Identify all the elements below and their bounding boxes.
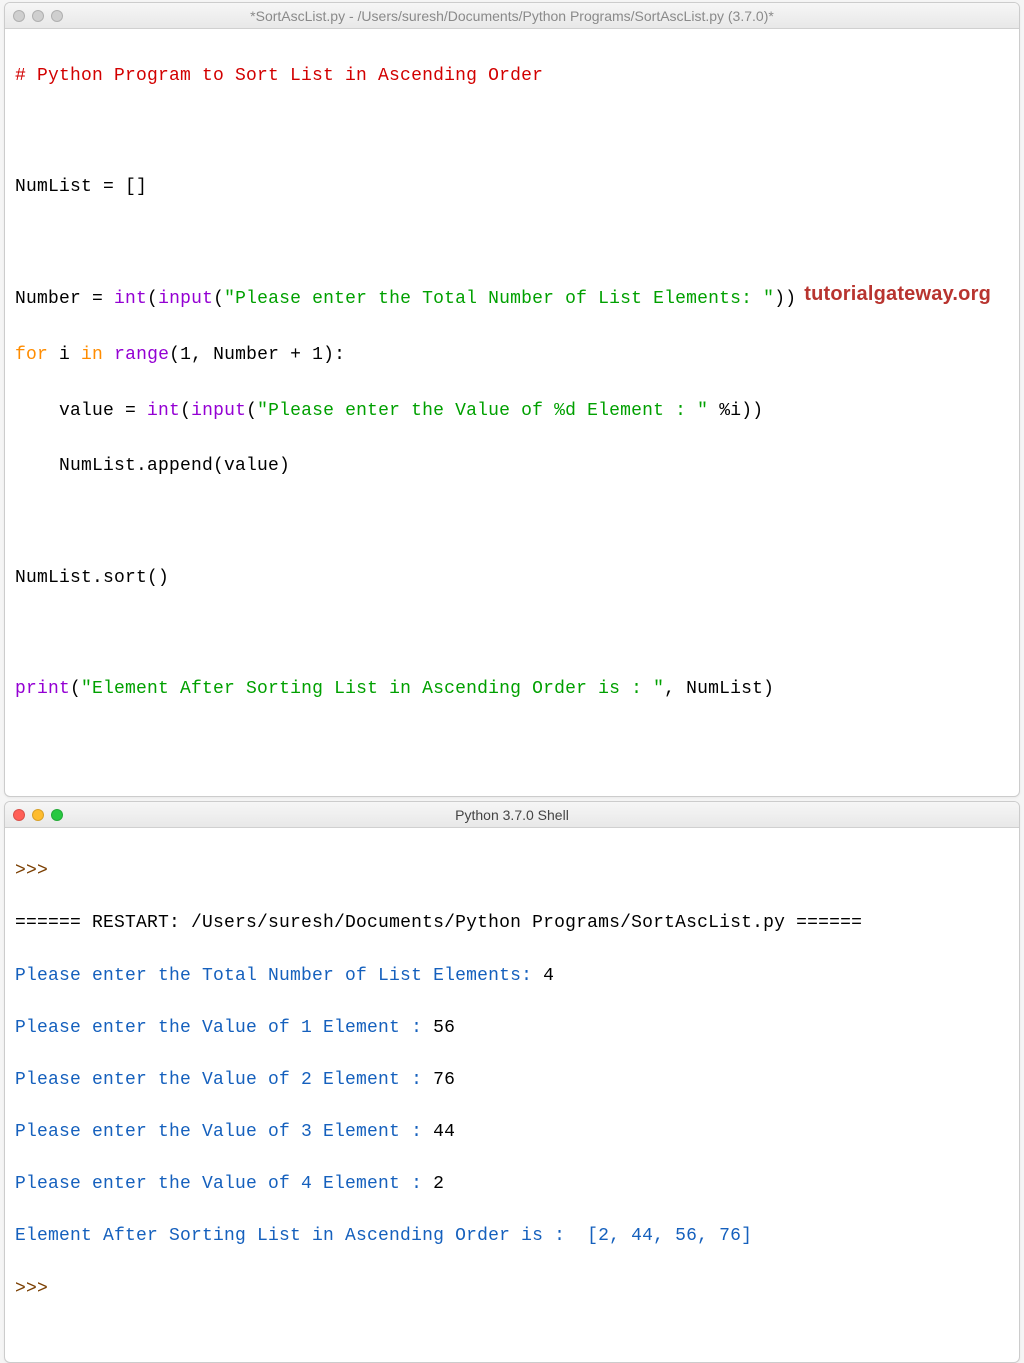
shell-io-prompt: Please enter the Value of 2 Element : — [15, 1070, 433, 1090]
code-text: i — [48, 345, 81, 365]
code-number: 1 — [180, 345, 191, 365]
code-text: value — [15, 401, 125, 421]
shell-io-input: 56 — [433, 1018, 455, 1038]
code-keyword: for — [15, 345, 48, 365]
shell-prompt: >>> — [15, 1279, 59, 1299]
shell-traffic-lights — [13, 809, 63, 821]
shell-titlebar: Python 3.7.0 Shell — [5, 802, 1019, 828]
code-text — [103, 345, 114, 365]
shell-io-prompt: Please enter the Total Number of List El… — [15, 966, 543, 986]
shell-result-label: Element After Sorting List in Ascending … — [15, 1226, 587, 1246]
minimize-icon[interactable] — [32, 10, 44, 22]
code-keyword: in — [81, 345, 103, 365]
editor-traffic-lights — [13, 10, 63, 22]
code-editor[interactable]: # Python Program to Sort List in Ascendi… — [5, 29, 1019, 796]
code-text: ( — [70, 679, 81, 699]
shell-title: Python 3.7.0 Shell — [5, 807, 1019, 823]
code-builtin: print — [15, 679, 70, 699]
code-builtin: range — [114, 345, 169, 365]
code-text: %i)) — [708, 401, 763, 421]
shell-output[interactable]: >>> ====== RESTART: /Users/suresh/Docume… — [5, 828, 1019, 1362]
code-builtin: int — [114, 289, 147, 309]
code-text: NumList.sort() — [15, 568, 169, 588]
watermark: tutorialgateway.org — [804, 279, 991, 310]
code-text: , Number + — [191, 345, 312, 365]
editor-title: *SortAscList.py - /Users/suresh/Document… — [5, 8, 1019, 24]
code-string: "Please enter the Value of %d Element : … — [257, 401, 708, 421]
code-text: = — [125, 401, 147, 421]
code-text: ( — [147, 289, 158, 309]
maximize-icon[interactable] — [51, 809, 63, 821]
code-text: = [] — [103, 177, 147, 197]
shell-io-prompt: Please enter the Value of 3 Element : — [15, 1122, 433, 1142]
code-text: = — [92, 289, 114, 309]
shell-io-input: 76 — [433, 1070, 455, 1090]
code-text: Number — [15, 289, 92, 309]
code-text: ( — [180, 401, 191, 421]
shell-io-prompt: Please enter the Value of 1 Element : — [15, 1018, 433, 1038]
shell-restart-post: ====== — [785, 913, 862, 933]
shell-io-prompt: Please enter the Value of 4 Element : — [15, 1174, 433, 1194]
minimize-icon[interactable] — [32, 809, 44, 821]
code-number: 1 — [312, 345, 323, 365]
close-icon[interactable] — [13, 10, 25, 22]
editor-window: *SortAscList.py - /Users/suresh/Document… — [4, 2, 1020, 797]
shell-io-input: 4 — [543, 966, 554, 986]
editor-titlebar: *SortAscList.py - /Users/suresh/Document… — [5, 3, 1019, 29]
code-builtin: input — [158, 289, 213, 309]
code-string: "Please enter the Total Number of List E… — [224, 289, 774, 309]
code-text: ( — [213, 289, 224, 309]
code-string: "Element After Sorting List in Ascending… — [81, 679, 664, 699]
shell-io-input: 44 — [433, 1122, 455, 1142]
code-comment: # Python Program to Sort List in Ascendi… — [15, 66, 543, 86]
code-text: NumList — [15, 177, 103, 197]
code-text: NumList.append(value) — [15, 456, 290, 476]
code-text: )) — [774, 289, 796, 309]
close-icon[interactable] — [13, 809, 25, 821]
code-text: ( — [169, 345, 180, 365]
code-builtin: input — [191, 401, 246, 421]
shell-window: Python 3.7.0 Shell >>> ====== RESTART: /… — [4, 801, 1020, 1363]
shell-result-value: [2, 44, 56, 76] — [587, 1226, 752, 1246]
code-text: , NumList) — [664, 679, 774, 699]
code-text: ): — [323, 345, 345, 365]
shell-prompt: >>> — [15, 861, 59, 881]
code-builtin: int — [147, 401, 180, 421]
code-text: ( — [246, 401, 257, 421]
shell-restart-path: /Users/suresh/Documents/Python Programs/… — [191, 913, 785, 933]
maximize-icon[interactable] — [51, 10, 63, 22]
shell-restart-pre: ====== RESTART: — [15, 913, 191, 933]
shell-io-input: 2 — [433, 1174, 444, 1194]
